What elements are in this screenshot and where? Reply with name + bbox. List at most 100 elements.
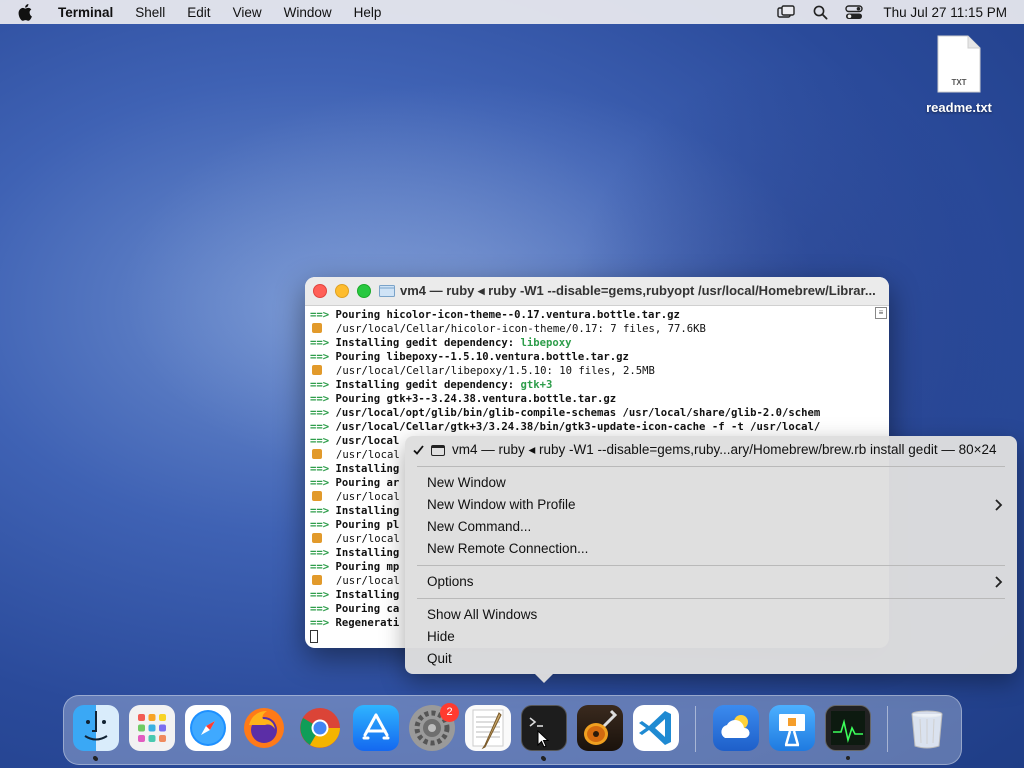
vscode-icon[interactable] bbox=[633, 705, 679, 751]
screen-mirroring-icon[interactable] bbox=[776, 2, 796, 22]
line-text: Pouring ar bbox=[335, 477, 400, 489]
line-text: /usr/local bbox=[336, 533, 400, 545]
line-text: Regenerati bbox=[335, 617, 400, 629]
mouse-pointer-icon bbox=[537, 730, 549, 748]
menu-edit[interactable]: Edit bbox=[176, 5, 221, 20]
running-indicator bbox=[846, 756, 850, 760]
prompt-arrow: ==> bbox=[310, 379, 336, 391]
desktop-file-readme[interactable]: TXT readme.txt bbox=[920, 34, 998, 115]
menu-separator bbox=[417, 598, 1005, 599]
prompt-arrow: ==> bbox=[310, 519, 336, 531]
menu-window[interactable]: Window bbox=[273, 5, 343, 20]
menu-item-new-command[interactable]: New Command... bbox=[427, 517, 531, 537]
control-center-icon[interactable] bbox=[844, 2, 864, 22]
zoom-button[interactable] bbox=[357, 284, 371, 298]
line-text: /usr/local bbox=[336, 491, 400, 503]
dock-separator bbox=[887, 706, 888, 752]
line-text: Installing bbox=[335, 463, 400, 475]
prompt-arrow: ==> bbox=[310, 589, 336, 601]
terminal-title-text: vm4 — ruby ◂ ruby -W1 --disable=gems,rub… bbox=[400, 283, 876, 298]
spotlight-search-icon[interactable] bbox=[810, 2, 830, 22]
chrome-icon[interactable] bbox=[297, 705, 343, 751]
menu-separator bbox=[417, 466, 1005, 467]
dependency-name: libepoxy bbox=[520, 337, 572, 349]
prompt-arrow: ==> bbox=[310, 435, 336, 447]
dock bbox=[63, 695, 962, 765]
terminal-line: ==> Installing gedit dependency: libepox… bbox=[310, 336, 889, 350]
line-text: Pouring hicolor-icon-theme--0.17.ventura… bbox=[335, 309, 680, 321]
submenu-chevron-icon bbox=[995, 576, 1003, 588]
terminal-line: /usr/local/Cellar/hicolor-icon-theme/0.1… bbox=[310, 322, 889, 336]
menu-item-show-all-windows[interactable]: Show All Windows bbox=[427, 605, 537, 625]
minimize-button[interactable] bbox=[335, 284, 349, 298]
keynote-icon[interactable] bbox=[769, 705, 815, 751]
prompt-arrow: ==> bbox=[310, 337, 336, 349]
terminal-line: ==> Pouring gtk+3--3.24.38.ventura.bottl… bbox=[310, 392, 889, 406]
scroll-marker-icon[interactable]: ≡ bbox=[875, 307, 887, 319]
launchpad-icon[interactable] bbox=[129, 705, 175, 751]
prompt-arrow: ==> bbox=[310, 547, 336, 559]
menu-app-terminal[interactable]: Terminal bbox=[47, 5, 124, 20]
close-button[interactable] bbox=[313, 284, 327, 298]
prompt-arrow: ==> bbox=[310, 393, 336, 405]
menu-item-new-window[interactable]: New Window bbox=[427, 473, 506, 493]
terminal-line: /usr/local/Cellar/libepoxy/1.5.10: 10 fi… bbox=[310, 364, 889, 378]
line-text: /usr/local/Cellar/gtk+3/3.24.38/bin/gtk3… bbox=[335, 421, 821, 433]
safari-icon[interactable] bbox=[185, 705, 231, 751]
prompt-arrow: ==> bbox=[310, 463, 336, 475]
textedit-icon[interactable] bbox=[465, 705, 511, 751]
line-text: Pouring pl bbox=[335, 519, 400, 531]
checkmark-icon bbox=[413, 443, 424, 458]
prompt-arrow: ==> bbox=[310, 603, 336, 615]
terminal-line: ==> Pouring hicolor-icon-theme--0.17.ven… bbox=[310, 308, 889, 322]
terminal-titlebar[interactable]: vm4 — ruby ◂ ruby -W1 --disable=gems,rub… bbox=[305, 277, 889, 306]
menu-pointer bbox=[535, 674, 553, 683]
beer-mug-icon bbox=[312, 491, 322, 501]
menu-item-new-remote-connection[interactable]: New Remote Connection... bbox=[427, 539, 588, 559]
firefox-icon[interactable] bbox=[241, 705, 287, 751]
notification-badge: 2 bbox=[440, 703, 459, 722]
line-text: /usr/local/Cellar/libepoxy/1.5.10: 10 fi… bbox=[336, 365, 655, 377]
folder-icon bbox=[379, 285, 395, 297]
menu-item-hide[interactable]: Hide bbox=[427, 627, 455, 647]
finder-icon[interactable] bbox=[73, 705, 119, 751]
terminal-title: vm4 — ruby ◂ ruby -W1 --disable=gems,rub… bbox=[379, 283, 876, 299]
running-indicator bbox=[541, 756, 545, 760]
menu-help[interactable]: Help bbox=[343, 5, 393, 20]
beer-mug-icon bbox=[312, 323, 322, 333]
terminal-line: ==> Installing gedit dependency: gtk+3 bbox=[310, 378, 889, 392]
terminal-line: ==> /usr/local/opt/glib/bin/glib-compile… bbox=[310, 406, 889, 420]
activity-monitor-icon[interactable] bbox=[825, 705, 871, 751]
menu-view[interactable]: View bbox=[222, 5, 273, 20]
menu-item-options[interactable]: Options bbox=[427, 572, 474, 592]
menu-shell[interactable]: Shell bbox=[124, 5, 176, 20]
line-text: /usr/local bbox=[336, 449, 400, 461]
prompt-arrow: ==> bbox=[310, 617, 336, 629]
apple-menu-icon[interactable] bbox=[15, 1, 37, 23]
beer-mug-icon bbox=[312, 365, 322, 375]
menubar-clock[interactable]: Thu Jul 27 11:15 PM bbox=[883, 5, 1007, 20]
terminal-line: ==> /usr/local/Cellar/gtk+3/3.24.38/bin/… bbox=[310, 420, 889, 434]
dependency-name: gtk+3 bbox=[520, 379, 553, 391]
prompt-arrow: ==> bbox=[310, 351, 336, 363]
trash-icon[interactable] bbox=[904, 705, 950, 751]
desktop-file-label: readme.txt bbox=[926, 100, 992, 115]
menu-item-current-window[interactable]: vm4 — ruby ◂ ruby -W1 --disable=gems,rub… bbox=[452, 440, 997, 460]
weather-icon[interactable] bbox=[713, 705, 759, 751]
beer-mug-icon bbox=[312, 449, 322, 459]
menu-item-new-window-with-profile[interactable]: New Window with Profile bbox=[427, 495, 576, 515]
line-text: Pouring ca bbox=[335, 603, 400, 615]
menu-item-quit[interactable]: Quit bbox=[427, 649, 452, 669]
terminal-line: ==> Pouring libepoxy--1.5.10.ventura.bot… bbox=[310, 350, 889, 364]
text-cursor bbox=[310, 630, 318, 643]
app-store-icon[interactable] bbox=[353, 705, 399, 751]
beer-mug-icon bbox=[312, 533, 322, 543]
line-text: Installing bbox=[335, 505, 400, 517]
dock-separator bbox=[695, 706, 696, 752]
line-text: Installing bbox=[335, 589, 400, 601]
line-text: Pouring mp bbox=[335, 561, 400, 573]
garageband-icon[interactable] bbox=[577, 705, 623, 751]
prompt-arrow: ==> bbox=[310, 477, 336, 489]
line-text: /usr/local bbox=[335, 435, 400, 447]
line-text: /usr/local/opt/glib/bin/glib-compile-sch… bbox=[335, 407, 821, 419]
